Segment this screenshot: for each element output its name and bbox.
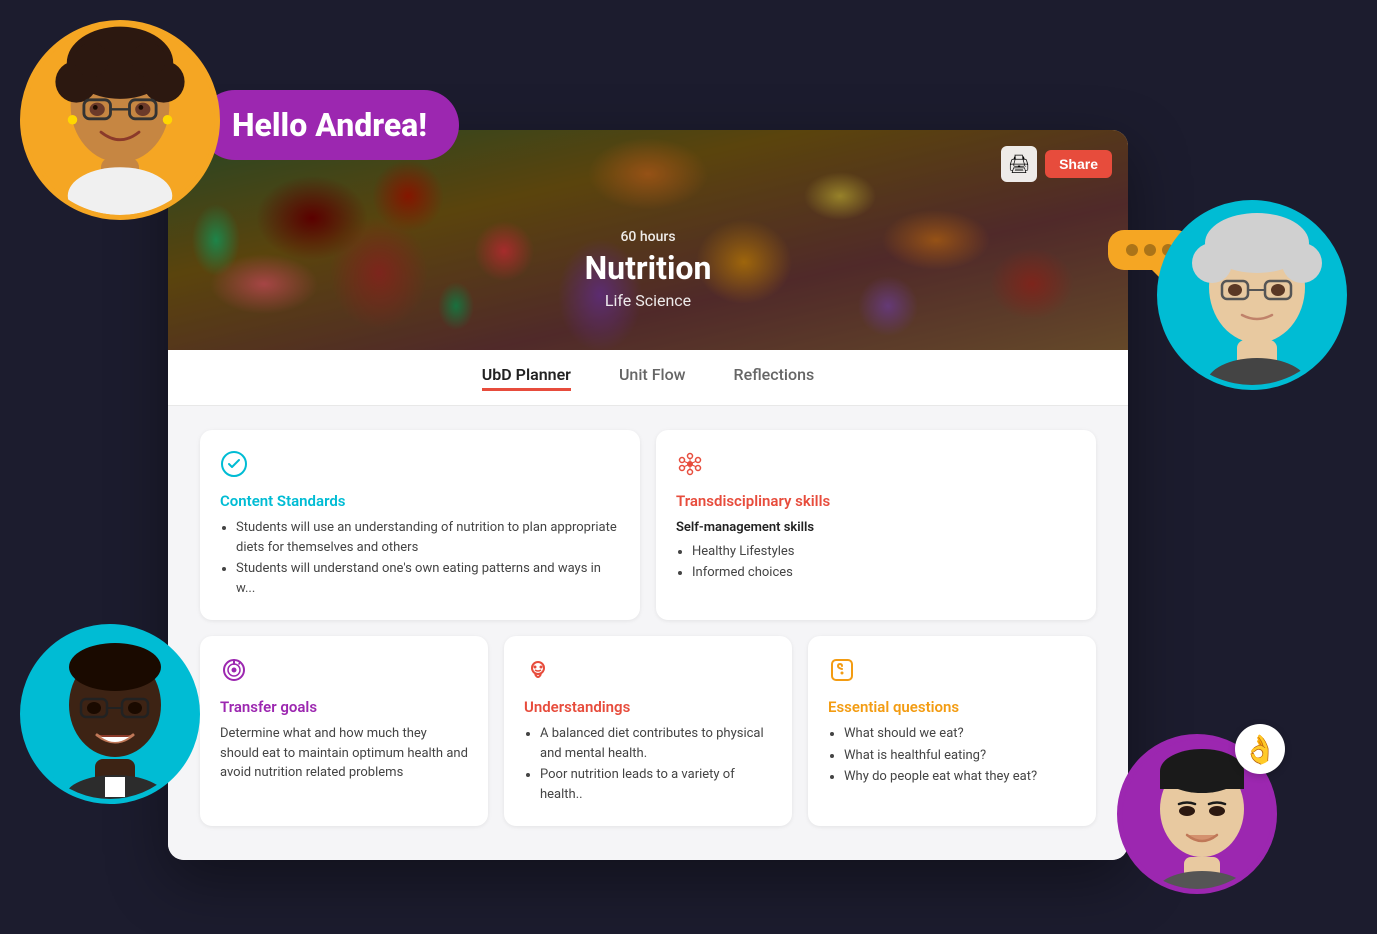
essential-questions-icon bbox=[828, 656, 1076, 690]
content-standards-bullet-1: Students will use an understanding of nu… bbox=[236, 518, 620, 557]
andrea-face bbox=[25, 25, 215, 215]
content-standards-text: Students will use an understanding of nu… bbox=[220, 518, 620, 598]
transfer-goals-icon bbox=[220, 656, 468, 690]
avatar-older-woman bbox=[1157, 200, 1347, 390]
tab-ubd-planner[interactable]: UbD Planner bbox=[482, 365, 571, 391]
transdisciplinary-icon bbox=[676, 450, 1076, 484]
top-cards-grid: Content Standards Students will use an u… bbox=[200, 430, 1096, 620]
understandings-text: A balanced diet contributes to physical … bbox=[524, 724, 772, 804]
hero-title: Nutrition bbox=[585, 249, 712, 287]
share-button[interactable]: Share bbox=[1045, 150, 1112, 178]
hero-actions: 🖨 Share bbox=[1001, 146, 1112, 182]
content-standards-card: Content Standards Students will use an u… bbox=[200, 430, 640, 620]
hello-bubble: Hello Andrea! bbox=[200, 90, 459, 160]
bottom-cards-grid: Transfer goals Determine what and how mu… bbox=[200, 636, 1096, 826]
content-standards-title: Content Standards bbox=[220, 492, 620, 510]
ok-badge: 👌 bbox=[1235, 724, 1285, 774]
tab-bar: UbD Planner Unit Flow Reflections bbox=[168, 350, 1128, 406]
essential-questions-text: What should we eat? What is healthful ea… bbox=[828, 724, 1076, 787]
understandings-bullet-2: Poor nutrition leads to a variety of hea… bbox=[540, 765, 772, 804]
transdisciplinary-card: Transdisciplinary skills Self-management… bbox=[656, 430, 1096, 620]
hero-content: 60 hours Nutrition Life Science bbox=[585, 229, 712, 310]
chat-dot-2 bbox=[1144, 244, 1156, 256]
transdisciplinary-bullet-2: Informed choices bbox=[692, 563, 1076, 583]
print-button[interactable]: 🖨 bbox=[1001, 146, 1037, 182]
understandings-title: Understandings bbox=[524, 698, 772, 716]
essential-q-bullet-3: Why do people eat what they eat? bbox=[844, 767, 1076, 787]
content-standards-icon bbox=[220, 450, 620, 484]
essential-questions-title: Essential questions bbox=[828, 698, 1076, 716]
essential-questions-card: Essential questions What should we eat? … bbox=[808, 636, 1096, 826]
transfer-goals-card: Transfer goals Determine what and how mu… bbox=[200, 636, 488, 826]
transdisciplinary-strong: Self-management skills bbox=[676, 520, 814, 535]
tab-unit-flow[interactable]: Unit Flow bbox=[619, 365, 686, 391]
transdisciplinary-title: Transdisciplinary skills bbox=[676, 492, 1076, 510]
understandings-icon bbox=[524, 656, 772, 690]
essential-q-bullet-2: What is healthful eating? bbox=[844, 746, 1076, 766]
transfer-goals-text: Determine what and how much they should … bbox=[220, 724, 468, 783]
essential-q-bullet-1: What should we eat? bbox=[844, 724, 1076, 744]
main-card: 🖨 Share 60 hours Nutrition Life Science … bbox=[168, 130, 1128, 860]
understandings-bullet-1: A balanced diet contributes to physical … bbox=[540, 724, 772, 763]
hero-hours: 60 hours bbox=[585, 229, 712, 245]
avatar-man bbox=[20, 624, 200, 804]
content-standards-bullet-2: Students will understand one's own eatin… bbox=[236, 559, 620, 598]
scene: 🖨 Share 60 hours Nutrition Life Science … bbox=[0, 0, 1377, 934]
tab-reflections[interactable]: Reflections bbox=[734, 365, 815, 391]
transdisciplinary-bullet-1: Healthy Lifestyles bbox=[692, 542, 1076, 562]
transdisciplinary-text: Self-management skills Healthy Lifestyle… bbox=[676, 518, 1076, 583]
hero-section: 🖨 Share 60 hours Nutrition Life Science bbox=[168, 130, 1128, 350]
avatar-andrea bbox=[20, 20, 220, 220]
hero-subtitle: Life Science bbox=[585, 291, 712, 310]
transfer-goals-title: Transfer goals bbox=[220, 698, 468, 716]
understandings-card: Understandings A balanced diet contribut… bbox=[504, 636, 792, 826]
content-area: Content Standards Students will use an u… bbox=[168, 406, 1128, 860]
chat-dot-1 bbox=[1126, 244, 1138, 256]
